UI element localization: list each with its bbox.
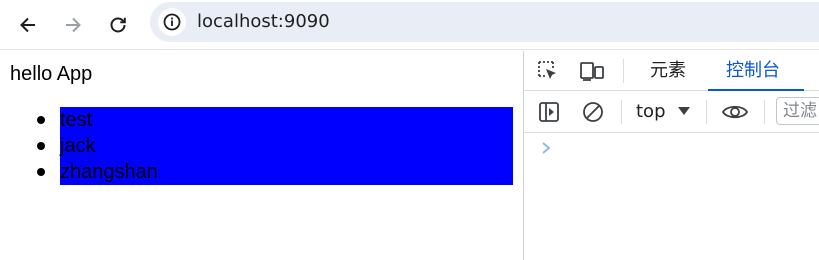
live-expression-button[interactable] (721, 98, 749, 126)
arrow-right-icon (66, 17, 81, 33)
bullet-icon (37, 168, 45, 176)
console-prompt[interactable] (540, 141, 552, 160)
bullet-icon (37, 116, 45, 124)
eye-icon (721, 105, 749, 119)
chevron-right-icon (542, 142, 551, 154)
forward-button[interactable] (57, 9, 89, 41)
toolbar-divider (706, 100, 707, 124)
sidebar-toggle-icon (539, 102, 559, 122)
back-button[interactable] (12, 9, 44, 41)
address-bar[interactable]: localhost:9090 (150, 2, 819, 42)
inspect-element-icon (538, 61, 556, 79)
clear-console-icon (583, 102, 603, 122)
context-selector[interactable]: top (636, 101, 666, 122)
item-list: test jack zhangshan (37, 107, 513, 185)
reload-button[interactable] (102, 9, 134, 41)
page-content: hello App test jack zhangshan (0, 51, 523, 260)
toolbar-divider (764, 100, 765, 124)
site-info-button[interactable] (158, 8, 186, 36)
list-item-label: jack (60, 135, 96, 157)
bullet-icon (37, 142, 45, 150)
browser-toolbar: localhost:9090 (0, 0, 819, 50)
console-toolbar: top 过滤 (524, 91, 819, 133)
reload-icon (110, 17, 126, 33)
list-item: test (37, 107, 513, 133)
device-toggle-icon (580, 62, 604, 81)
inspect-element-button[interactable] (534, 57, 562, 85)
list-item-label: test (60, 109, 93, 131)
devtools-tabbar: 元素 控制台 (524, 51, 819, 91)
clear-console-button[interactable] (579, 98, 607, 126)
toolbar-divider (621, 100, 622, 124)
tab-console[interactable]: 控制台 (726, 51, 780, 91)
list-item: jack (37, 133, 513, 159)
devtools-panel: 元素 控制台 top 过滤 (523, 51, 819, 260)
show-sidebar-button[interactable] (535, 98, 563, 126)
tab-elements[interactable]: 元素 (650, 51, 686, 91)
site-info-icon (163, 13, 181, 31)
list-item: zhangshan (37, 159, 513, 185)
url-text[interactable]: localhost:9090 (197, 11, 330, 32)
page-heading: hello App (10, 63, 93, 85)
device-toolbar-button[interactable] (578, 57, 606, 85)
list-item-label: zhangshan (60, 161, 158, 183)
filter-placeholder: 过滤 (783, 101, 817, 121)
chevron-down-icon[interactable] (678, 106, 690, 116)
toolbar-divider (623, 59, 624, 83)
arrow-left-icon (20, 17, 35, 33)
console-filter-input[interactable]: 过滤 (776, 97, 819, 125)
